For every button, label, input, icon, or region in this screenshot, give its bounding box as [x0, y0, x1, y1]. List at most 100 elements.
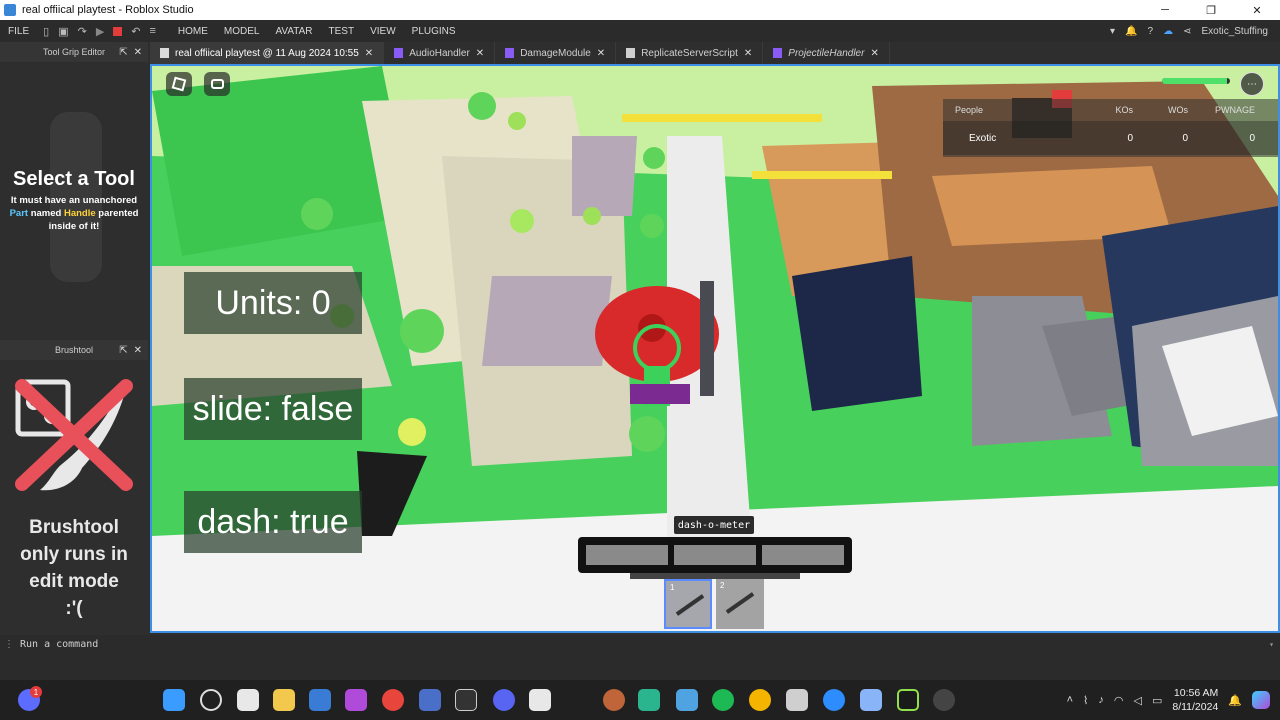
- units-display: Units: 0: [184, 272, 362, 334]
- weapon-icon: [725, 592, 755, 614]
- volume-icon[interactable]: ◁: [1133, 694, 1141, 707]
- undock-icon[interactable]: ⇱: [119, 47, 127, 58]
- header-pwnage: PWNAGE: [1214, 105, 1255, 115]
- chrome-icon[interactable]: [749, 689, 771, 711]
- tab-damagemodule[interactable]: DamageModule ✕: [495, 42, 617, 64]
- app-icon[interactable]: [345, 689, 367, 711]
- search-icon[interactable]: [200, 689, 222, 711]
- app-icon[interactable]: [603, 689, 625, 711]
- quick-access-toolbar: ▯ ▣ ↷ ▶ ↶ ≡: [37, 25, 170, 38]
- tab-close-icon[interactable]: ✕: [744, 48, 752, 59]
- command-history-dropdown[interactable]: ▾: [1269, 640, 1274, 649]
- help-icon[interactable]: ?: [1148, 26, 1154, 37]
- new-file-icon[interactable]: ▯: [43, 25, 49, 38]
- tab-close-icon[interactable]: ✕: [597, 48, 605, 59]
- hotbar-slot-1[interactable]: 1: [664, 579, 712, 629]
- task-view-icon[interactable]: [237, 689, 259, 711]
- minimize-button[interactable]: ─: [1142, 0, 1188, 20]
- select-tool-description: It must have an unanchored Part named Ha…: [9, 195, 139, 232]
- tab-projectilehandler[interactable]: ProjectileHandler ✕: [763, 42, 890, 64]
- menu-test[interactable]: TEST: [321, 26, 363, 37]
- menu-view[interactable]: VIEW: [362, 26, 404, 37]
- user-name[interactable]: Exotic_Stuffing: [1201, 26, 1268, 37]
- panel-header: Tool Grip Editor ⇱ ✕: [0, 42, 148, 62]
- command-input[interactable]: Run a command: [20, 639, 98, 650]
- health-fill: [1162, 78, 1227, 84]
- panel-title: Tool Grip Editor: [42, 47, 106, 57]
- undock-icon[interactable]: ⇱: [119, 345, 127, 356]
- command-bar[interactable]: ⋮ Run a command ▾: [0, 635, 1280, 653]
- app-icon[interactable]: [676, 689, 698, 711]
- player-pwnage: 0: [1249, 132, 1255, 144]
- tab-label: DamageModule: [520, 47, 591, 59]
- start-icon[interactable]: [163, 689, 185, 711]
- chat-icon: [210, 79, 224, 89]
- play-icon[interactable]: ▶: [96, 25, 104, 38]
- wifi-icon[interactable]: ◠: [1114, 694, 1124, 707]
- share-icon[interactable]: ⋖: [1183, 26, 1191, 37]
- hotbar-slot-2[interactable]: 2: [716, 579, 764, 629]
- menu-model[interactable]: MODEL: [216, 26, 268, 37]
- copilot-icon[interactable]: [1252, 691, 1270, 709]
- menu-home[interactable]: HOME: [170, 26, 216, 37]
- bell-icon[interactable]: 🔔: [1228, 694, 1242, 707]
- store-icon[interactable]: [309, 689, 331, 711]
- chat-button[interactable]: [204, 72, 230, 96]
- panel-close-icon[interactable]: ✕: [134, 47, 142, 58]
- app-icon[interactable]: [419, 689, 441, 711]
- module-script-icon: [773, 48, 783, 58]
- slot-number: 2: [720, 581, 725, 590]
- game-viewport[interactable]: ⋯ People KOs WOs PWNAGE Exotic 0 0 0 Uni…: [150, 64, 1280, 633]
- date: 8/11/2024: [1172, 701, 1219, 713]
- collapse-ribbon-icon[interactable]: ▾: [1110, 26, 1115, 37]
- health-bar: [1162, 78, 1230, 84]
- redo-icon[interactable]: ↷: [78, 25, 87, 38]
- cloud-icon[interactable]: ☁: [1163, 26, 1173, 37]
- more-options-button[interactable]: ⋯: [1240, 72, 1264, 96]
- tab-replicateserverscript[interactable]: ReplicateServerScript ✕: [616, 42, 764, 64]
- roblox-menu-button[interactable]: [166, 72, 192, 96]
- menu-avatar[interactable]: AVATAR: [267, 26, 320, 37]
- dash-meter-segment: [762, 545, 844, 565]
- dash-meter-segment: [586, 545, 668, 565]
- tab-close-icon[interactable]: ✕: [365, 48, 373, 59]
- roblox-studio-taskbar-icon[interactable]: [786, 689, 808, 711]
- app-icon[interactable]: [455, 689, 477, 711]
- module-script-icon: [394, 48, 404, 58]
- notifications-icon[interactable]: 🔔: [1125, 26, 1137, 37]
- network-icon[interactable]: ⌇: [1083, 694, 1088, 707]
- app-icon[interactable]: [860, 689, 882, 711]
- file-explorer-icon[interactable]: [273, 689, 295, 711]
- menu-bar: FILE ▯ ▣ ↷ ▶ ↶ ≡ HOME MODEL AVATAR TEST …: [0, 20, 1280, 42]
- discord-icon[interactable]: [493, 689, 515, 711]
- tab-audiohandler[interactable]: AudioHandler ✕: [384, 42, 496, 64]
- chevron-up-icon[interactable]: ˄: [1067, 694, 1073, 706]
- leaderboard-row[interactable]: Exotic 0 0 0: [943, 121, 1278, 155]
- maximize-button[interactable]: ❐: [1188, 0, 1234, 20]
- panel-close-icon[interactable]: ✕: [134, 345, 142, 356]
- battery-icon[interactable]: ▭: [1152, 694, 1162, 707]
- menu-plugins[interactable]: PLUGINS: [404, 26, 464, 37]
- app-icon[interactable]: [638, 689, 660, 711]
- undo-icon[interactable]: ↶: [131, 25, 140, 38]
- stop-icon[interactable]: [113, 26, 123, 36]
- tab-close-icon[interactable]: ✕: [476, 48, 484, 59]
- app-icon[interactable]: [897, 689, 919, 711]
- microphone-icon[interactable]: ♪: [1098, 694, 1104, 706]
- chrome-icon[interactable]: [382, 689, 404, 711]
- tab-playtest[interactable]: real offiical playtest @ 11 Aug 2024 10:…: [150, 42, 385, 64]
- dash-o-meter-label: dash-o-meter: [674, 516, 754, 534]
- app-icon[interactable]: [529, 689, 551, 711]
- tab-label: AudioHandler: [409, 47, 470, 59]
- spotify-icon[interactable]: [712, 689, 734, 711]
- clock[interactable]: 10:56 AM 8/11/2024: [1172, 686, 1218, 714]
- customize-icon[interactable]: ≡: [150, 25, 156, 37]
- tab-close-icon[interactable]: ✕: [870, 48, 878, 59]
- zoom-icon[interactable]: [823, 689, 845, 711]
- close-button[interactable]: ✕: [1234, 0, 1280, 20]
- header-wos: WOs: [1168, 105, 1188, 115]
- menu-file[interactable]: FILE: [0, 26, 37, 37]
- app-icon[interactable]: [933, 689, 955, 711]
- weapon-icon: [675, 594, 705, 616]
- save-icon[interactable]: ▣: [58, 25, 68, 38]
